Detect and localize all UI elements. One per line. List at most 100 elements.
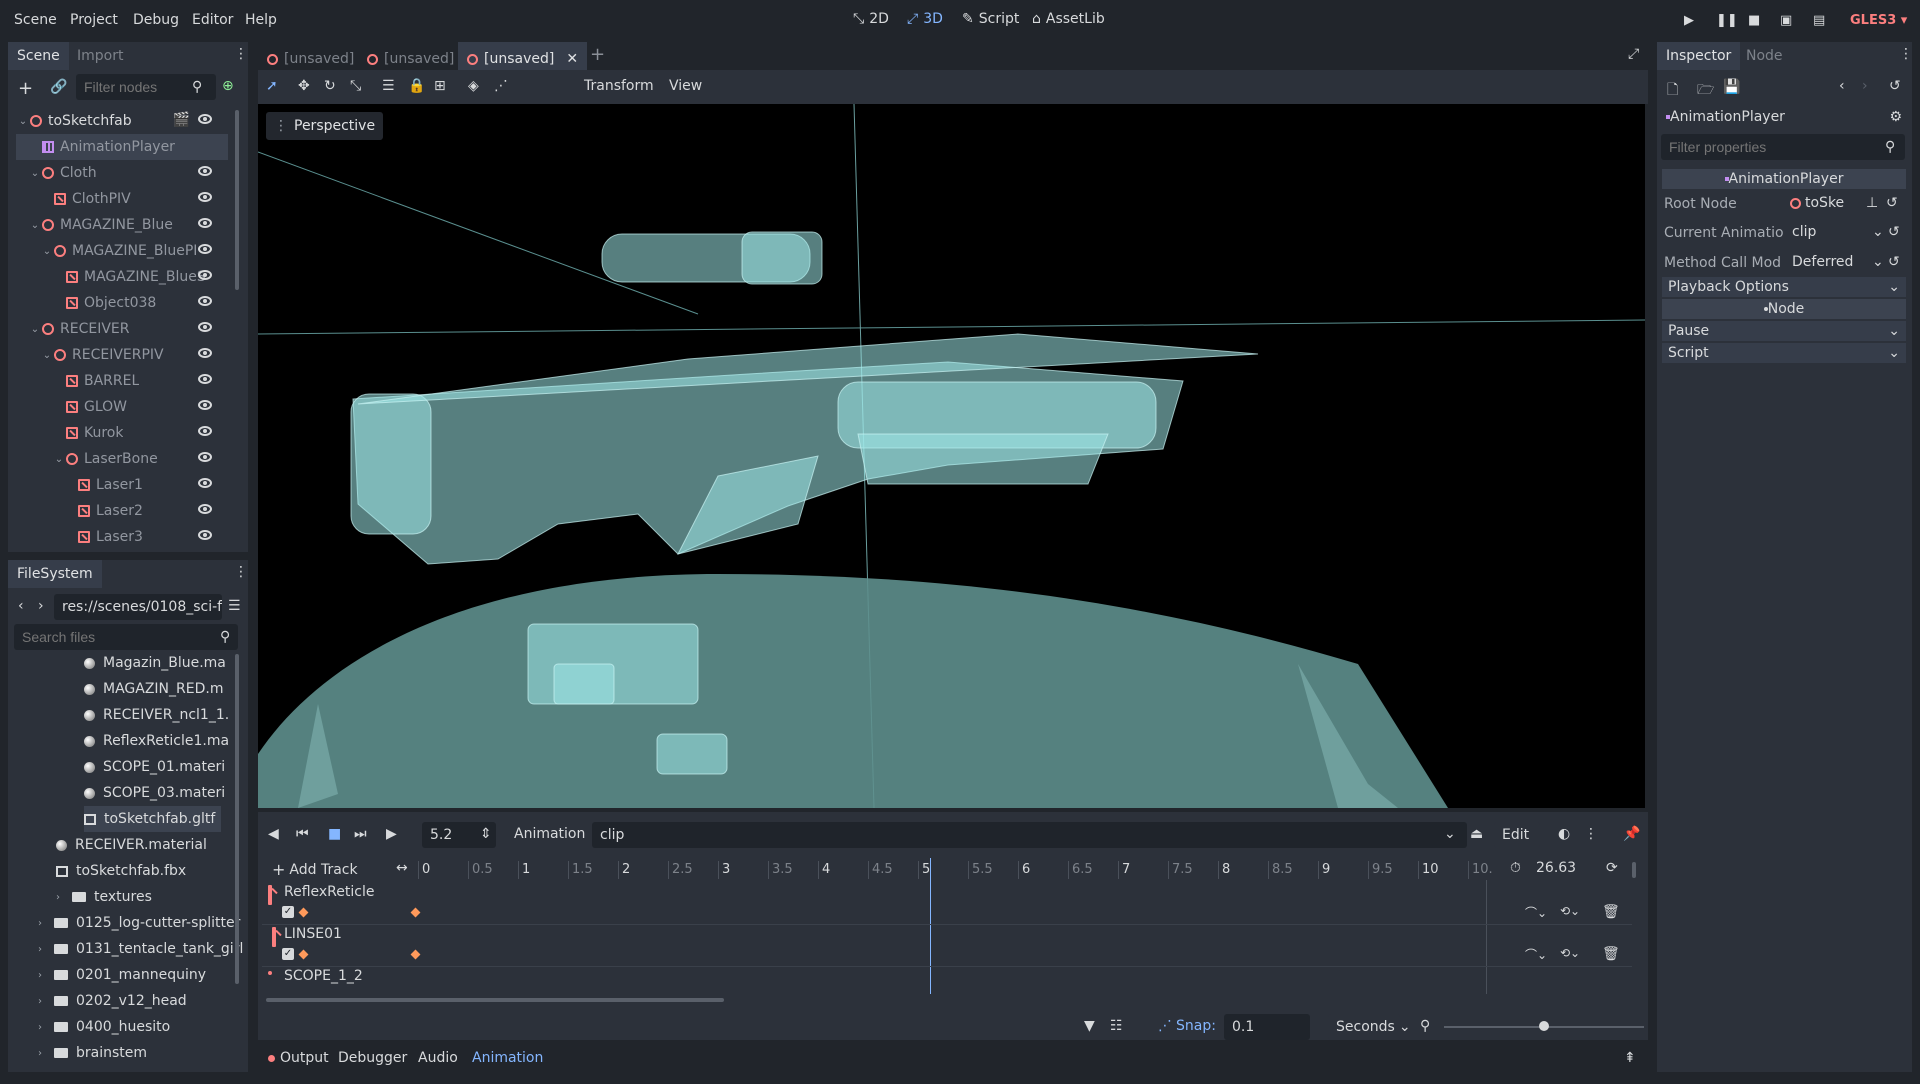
scene-tree-item[interactable]: Laser1 [16, 472, 228, 498]
visibility-eye-icon[interactable] [198, 478, 212, 488]
scene-tree-item[interactable]: AnimationPlayer [16, 134, 228, 160]
workspace-2d-button[interactable]: ⤡ 2D [853, 11, 889, 27]
scene-tree-item[interactable]: ⌄ RECEIVER [16, 316, 228, 342]
prop-method-call-value[interactable]: Deferred [1792, 254, 1872, 270]
visibility-eye-icon[interactable] [198, 218, 212, 228]
fs-item[interactable]: toSketchfab.gltf [84, 806, 222, 832]
track-name-scope-1-2[interactable]: SCOPE_1_2 [284, 968, 363, 984]
fs-item[interactable]: RECEIVER.material [56, 832, 213, 858]
add-node-icon[interactable]: + [18, 78, 33, 99]
menu-scene[interactable]: Scene [14, 12, 57, 28]
tab-inspector[interactable]: Inspector [1657, 42, 1741, 70]
play-backwards-icon[interactable]: ◀ [268, 826, 279, 842]
visibility-eye-icon[interactable] [198, 348, 212, 358]
workspace-script-button[interactable]: ✎ Script [962, 11, 1019, 27]
fs-item[interactable]: ReflexReticle1.ma [84, 728, 235, 754]
open-in-editor-icon[interactable]: 🎬 [173, 112, 190, 128]
scene-tab-2[interactable]: [unsaved] [358, 42, 463, 70]
track-name-reflexreticle[interactable]: ReflexReticle [284, 884, 374, 900]
scene-tree-scrollbar[interactable] [235, 110, 239, 290]
back-icon[interactable]: ‹ [18, 598, 24, 614]
revert-icon[interactable]: ↺ [1888, 254, 1900, 270]
chevron-right-icon[interactable]: › [38, 1048, 52, 1059]
tab-debugger[interactable]: Debugger [338, 1050, 407, 1066]
interp-mode-icon[interactable]: ⌒⌄ [1525, 904, 1547, 921]
chevron-right-icon[interactable]: › [38, 944, 52, 955]
snap-unit-select[interactable]: Seconds ⌄ [1328, 1014, 1411, 1040]
animation-length[interactable]: 26.63 [1536, 860, 1576, 876]
play-scene-icon[interactable]: ▣ [1780, 13, 1792, 28]
playhead[interactable] [930, 858, 931, 994]
instance-scene-icon[interactable]: ⊕ [222, 78, 234, 94]
tab-node[interactable]: Node [1737, 42, 1792, 70]
chevron-down-icon[interactable]: ⌄ [40, 246, 54, 257]
track-name-linse01[interactable]: LINSE01 [284, 926, 342, 942]
loop-icon[interactable]: ⟳ [1606, 860, 1618, 876]
timeline-vscrollbar[interactable] [1632, 862, 1636, 878]
track-enabled-checkbox[interactable]: ✓ [282, 906, 294, 918]
autoplay-icon[interactable]: ⏏ [1470, 826, 1483, 842]
menu-dots-icon[interactable]: ⋮ [1584, 826, 1598, 842]
visibility-eye-icon[interactable] [198, 296, 212, 306]
chevron-right-icon[interactable]: › [38, 1022, 52, 1033]
loop-wrap-icon[interactable]: ⟲⌄ [1560, 904, 1580, 918]
animation-select[interactable]: clip [592, 822, 1467, 848]
chevron-right-icon[interactable]: › [38, 970, 52, 981]
local-space-icon[interactable]: ◈ [468, 78, 479, 94]
group-icon[interactable]: ⊞ [434, 78, 446, 94]
chevron-right-icon[interactable]: › [56, 892, 70, 903]
add-tab-icon[interactable]: + [590, 44, 605, 65]
fs-item[interactable]: SCOPE_01.materi [84, 754, 231, 780]
tab-import[interactable]: Import [68, 42, 132, 70]
chevron-down-icon[interactable]: ⌄ [28, 168, 42, 179]
close-icon[interactable]: ✕ [566, 51, 578, 67]
fs-item[interactable]: SCOPE_03.materi [84, 780, 231, 806]
scene-tree-item[interactable]: ClothPIV [16, 186, 228, 212]
add-track-button[interactable]: + Add Track [272, 860, 358, 879]
play-icon[interactable]: ▶ [1684, 13, 1694, 28]
fs-item[interactable]: › 0201_mannequiny [38, 962, 212, 988]
fs-item[interactable]: toSketchfab.fbx [56, 858, 192, 884]
renderer-select[interactable]: GLES3 ▾ [1850, 13, 1907, 28]
scene-tab-1[interactable]: [unsaved] [258, 42, 363, 70]
tab-audio[interactable]: Audio [418, 1050, 458, 1066]
play-backwards-from-end-icon[interactable]: ⏮ [296, 826, 309, 842]
visibility-eye-icon[interactable] [198, 452, 212, 462]
edit-menu[interactable]: Edit [1494, 822, 1540, 848]
save-resource-icon[interactable]: 💾 [1723, 79, 1740, 95]
scene-tree-item[interactable]: ⌄ MAGAZINE_BluePI [16, 238, 228, 264]
fs-item[interactable]: › 0202_v12_head [38, 988, 193, 1014]
trash-icon[interactable]: 🗑 [1602, 904, 1620, 920]
visibility-eye-icon[interactable] [198, 166, 212, 176]
view-menu[interactable]: View [669, 78, 702, 94]
scene-tree-item[interactable]: ⌄ toSketchfab 🎬 [16, 108, 228, 134]
loop-wrap-icon[interactable]: ⟲⌄ [1560, 946, 1580, 960]
tab-scene[interactable]: Scene [8, 42, 69, 70]
move-tool-icon[interactable]: ✥ [298, 78, 310, 94]
chevron-down-icon[interactable]: ⌄ [28, 324, 42, 335]
menu-help[interactable]: Help [245, 12, 277, 28]
fs-scrollbar[interactable] [235, 654, 239, 984]
scale-tool-icon[interactable]: ⤡ [350, 78, 361, 94]
fs-item[interactable]: RECEIVER_ncl1_1. [84, 702, 235, 728]
scene-tree-item[interactable]: Laser3 [16, 524, 228, 548]
toggle-split-icon[interactable]: ☰ [228, 598, 241, 614]
script-section[interactable]: Script ⌄ [1662, 343, 1906, 363]
playback-options-section[interactable]: Playback Options ⌄ [1662, 277, 1906, 297]
chevron-down-icon[interactable]: ⌄ [1872, 224, 1884, 240]
menu-project[interactable]: Project [70, 12, 118, 28]
revert-icon[interactable]: ↺ [1888, 224, 1900, 240]
list-select-icon[interactable]: ☰ [382, 78, 395, 94]
stop-icon[interactable]: ■ [328, 826, 341, 842]
scene-tree-item[interactable]: ⌄ LaserBone [16, 446, 228, 472]
chevron-down-icon[interactable]: ⌄ [52, 454, 66, 465]
chevron-down-icon[interactable]: ⌄ [40, 350, 54, 361]
trash-icon[interactable]: 🗑 [1602, 946, 1620, 962]
history-back-icon[interactable]: ‹ [1839, 78, 1845, 94]
workspace-assetlib-button[interactable]: ⌂ AssetLib [1032, 11, 1105, 27]
tab-filesystem[interactable]: FileSystem [8, 560, 102, 588]
prop-current-animation-value[interactable]: clip [1792, 224, 1882, 240]
track-enabled-checkbox[interactable]: ✓ [282, 948, 294, 960]
chevron-down-icon[interactable]: ⌄ [16, 116, 30, 127]
pause-section[interactable]: Pause ⌄ [1662, 321, 1906, 341]
